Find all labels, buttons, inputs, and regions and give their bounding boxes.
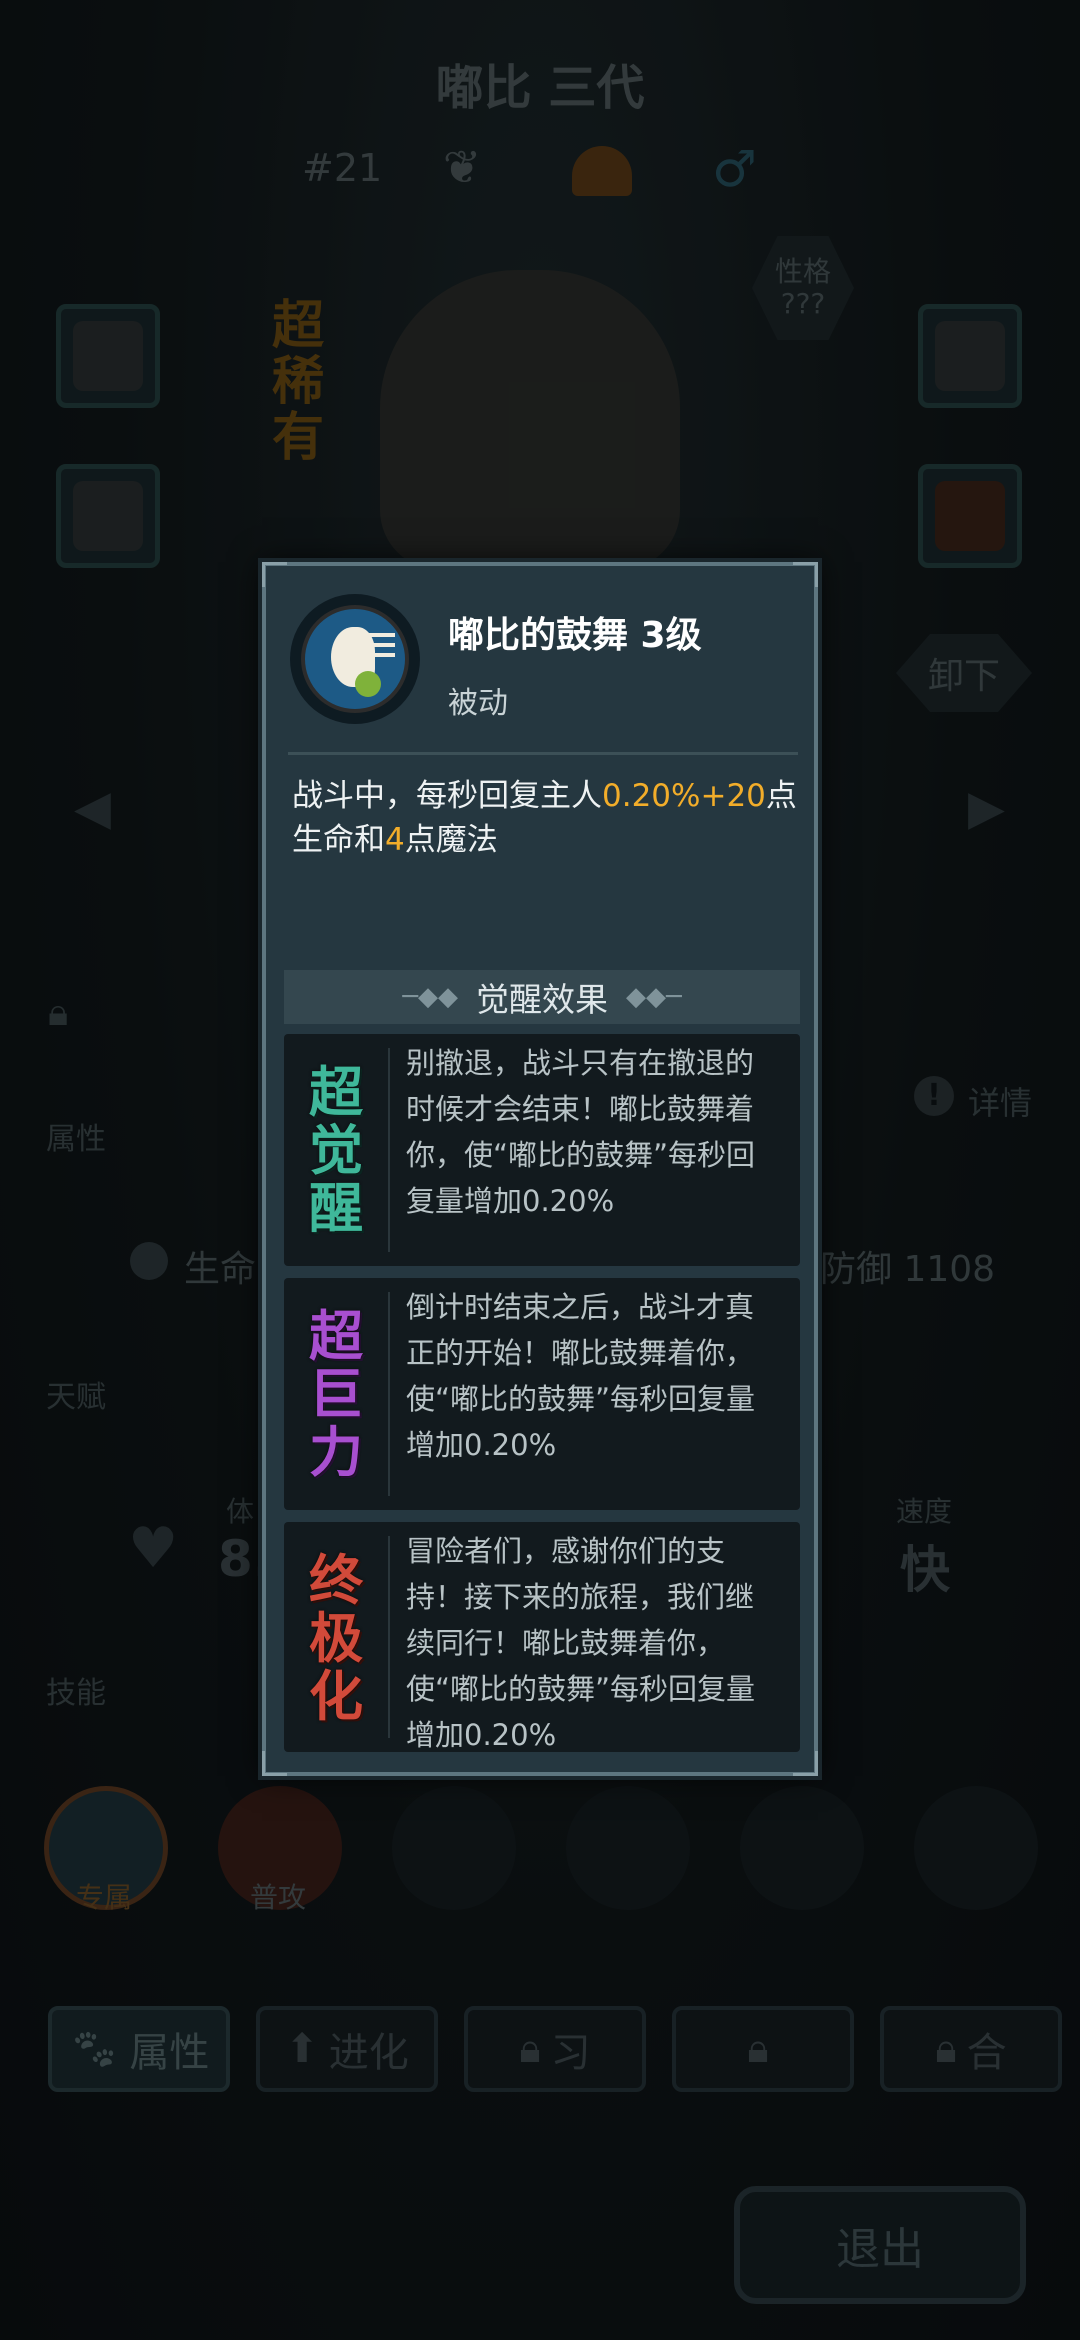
awaken-header-title: 觉醒效果	[476, 980, 608, 1019]
divider	[288, 752, 798, 755]
desc-text: 点魔法	[404, 822, 498, 858]
skill-icon	[290, 594, 420, 724]
skill-name: 嘟比的鼓舞 3级	[448, 615, 702, 656]
divider	[388, 1048, 390, 1252]
awakening-badge: 超觉醒	[309, 1060, 363, 1240]
desc-text: 战斗中，每秒回复主人	[292, 778, 602, 814]
awakening-text: 别撤退，战斗只有在撤退的时候才会结束！嘟比鼓舞着你，使“嘟比的鼓舞”每秒回复量增…	[406, 1046, 756, 1218]
ornament-left-icon: ─◆◆	[402, 982, 458, 1012]
awakening-badge: 超巨力	[309, 1304, 363, 1484]
awaken-header: ─◆◆ 觉醒效果 ◆◆─	[284, 970, 800, 1024]
modal-corner	[262, 1751, 287, 1776]
divider	[388, 1292, 390, 1496]
desc-highlight: 0.20%+20	[602, 778, 766, 814]
awakening-card-super-power: 超巨力 倒计时结束之后，战斗才真正的开始！嘟比鼓舞着你，使“嘟比的鼓舞”每秒回复…	[284, 1278, 800, 1510]
desc-highlight: 4	[385, 822, 405, 858]
skill-detail-modal: 嘟比的鼓舞 3级 被动 战斗中，每秒回复主人0.20%+20点生命和4点魔法 ─…	[262, 562, 818, 1776]
modal-corner	[262, 562, 287, 587]
divider	[388, 1536, 390, 1738]
modal-corner	[793, 562, 818, 587]
awakening-card-super-awaken: 超觉醒 别撤退，战斗只有在撤退的时候才会结束！嘟比鼓舞着你，使“嘟比的鼓舞”每秒…	[284, 1034, 800, 1266]
modal-corner	[793, 1751, 818, 1776]
ornament-right-icon: ◆◆─	[626, 982, 682, 1012]
skill-type: 被动	[448, 686, 508, 721]
awakening-text: 冒险者们，感谢你们的支持！接下来的旅程，我们继续同行！嘟比鼓舞着你，使“嘟比的鼓…	[406, 1534, 756, 1752]
awakening-badge: 终极化	[309, 1548, 363, 1728]
awakening-card-ultimate: 终极化 冒险者们，感谢你们的支持！接下来的旅程，我们继续同行！嘟比鼓舞着你，使“…	[284, 1522, 800, 1752]
awakening-text: 倒计时结束之后，战斗才真正的开始！嘟比鼓舞着你，使“嘟比的鼓舞”每秒回复量增加0…	[406, 1290, 756, 1462]
skill-description: 战斗中，每秒回复主人0.20%+20点生命和4点魔法	[292, 774, 802, 862]
